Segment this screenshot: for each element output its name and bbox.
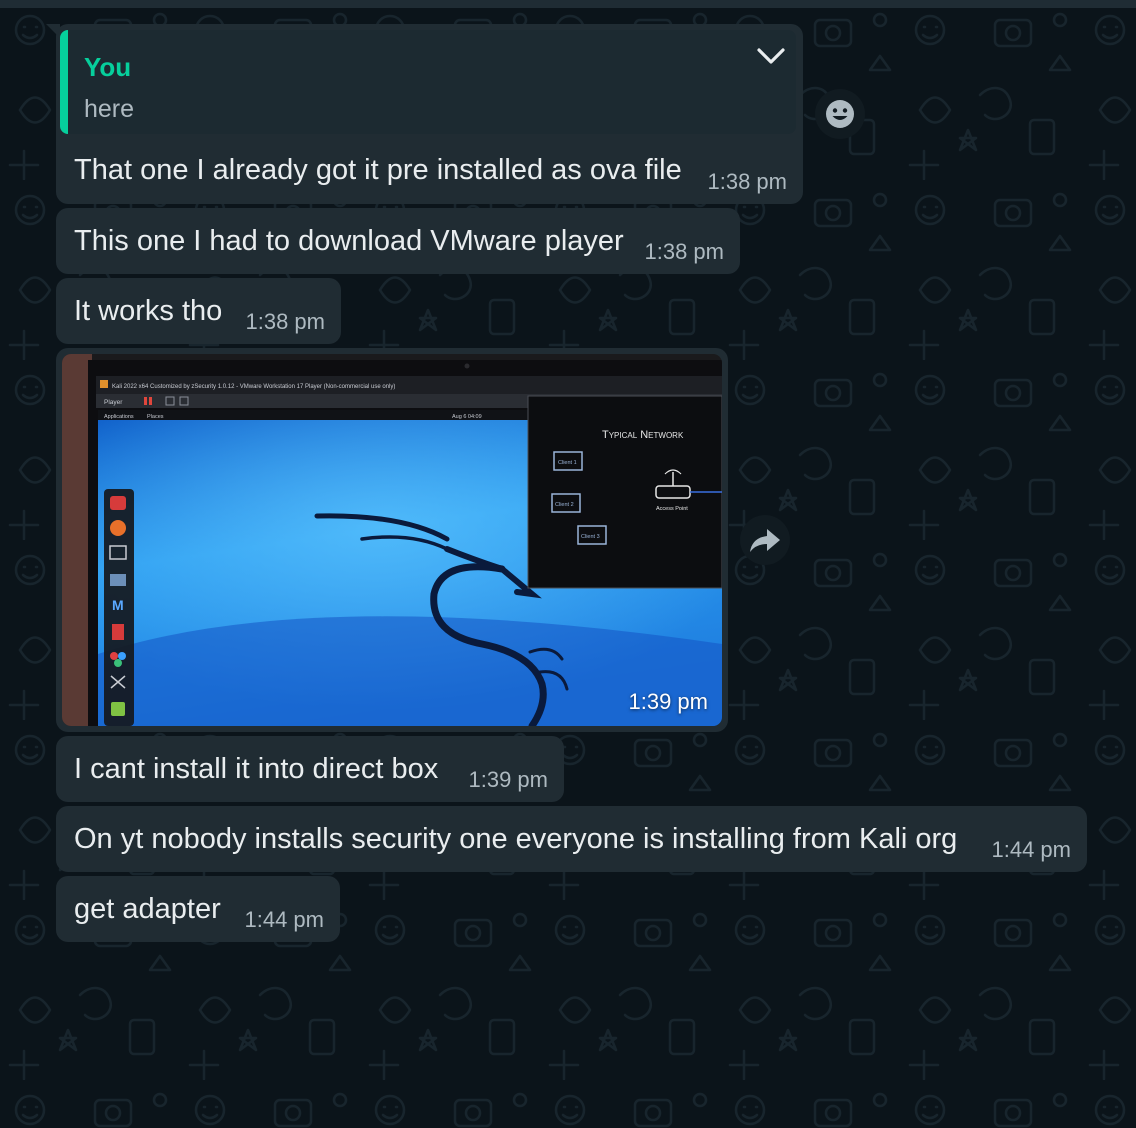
quoted-sender: You (84, 52, 132, 82)
svg-text:M: M (112, 597, 124, 613)
message-text: This one I had to download VMware player (74, 225, 624, 257)
message-time: 1:38 pm (245, 309, 326, 334)
message-text: I cant install it into direct box (74, 753, 439, 785)
message-time: 1:38 pm (644, 239, 725, 264)
message-bubble[interactable]: On yt nobody installs security one every… (56, 806, 1087, 872)
message-time: 1:39 pm (628, 689, 709, 714)
message-text: It works tho (74, 295, 223, 327)
image-message[interactable]: Kali 2022 x64 Customized by zSecurity 1.… (56, 348, 728, 732)
message-time: 1:39 pm (468, 767, 549, 792)
quote-accent-bar (60, 30, 68, 134)
chevron-down-icon[interactable] (755, 40, 787, 72)
message-text: On yt nobody installs security one every… (74, 823, 958, 855)
emoji-icon (826, 100, 854, 128)
panel-places: Places (147, 414, 164, 420)
client-1-label: Client 1 (558, 460, 577, 466)
access-point-label: Access Point (656, 506, 688, 512)
client-2-label: Client 2 (555, 502, 574, 508)
message-text: That one I already got it pre installed … (74, 154, 682, 186)
message-bubble[interactable]: I cant install it into direct box 1:39 p… (56, 736, 564, 802)
message-bubble-reply[interactable]: You here That one I already got it pre i… (46, 24, 803, 204)
forward-button[interactable] (740, 515, 790, 565)
react-emoji-button[interactable] (815, 89, 865, 139)
client-3-label: Client 3 (581, 534, 600, 540)
photo[interactable]: Kali 2022 x64 Customized by zSecurity 1.… (62, 354, 722, 726)
laptop-screen-photo: Kali 2022 x64 Customized by zSecurity 1.… (62, 354, 722, 726)
panel-clock: Aug 6 04:09 (452, 414, 482, 420)
slide-title: Typical Network (602, 429, 684, 441)
bubble-tail (46, 24, 60, 38)
panel-applications: Applications (104, 414, 134, 420)
vm-window-title: Kali 2022 x64 Customized by zSecurity 1.… (112, 384, 395, 390)
quoted-text: here (84, 95, 135, 123)
message-bubble[interactable]: It works tho 1:38 pm (56, 278, 341, 344)
quoted-message[interactable]: You here (60, 30, 796, 134)
message-time: 1:44 pm (991, 837, 1072, 862)
vm-player-menu: Player (104, 399, 123, 406)
message-bubble[interactable]: This one I had to download VMware player… (56, 208, 740, 274)
message-time: 1:44 pm (244, 907, 325, 932)
message-text: get adapter (74, 893, 221, 925)
message-time: 1:38 pm (707, 169, 788, 194)
forward-icon (750, 529, 780, 552)
header-edge (0, 0, 1136, 8)
message-bubble[interactable]: get adapter 1:44 pm (56, 876, 340, 942)
